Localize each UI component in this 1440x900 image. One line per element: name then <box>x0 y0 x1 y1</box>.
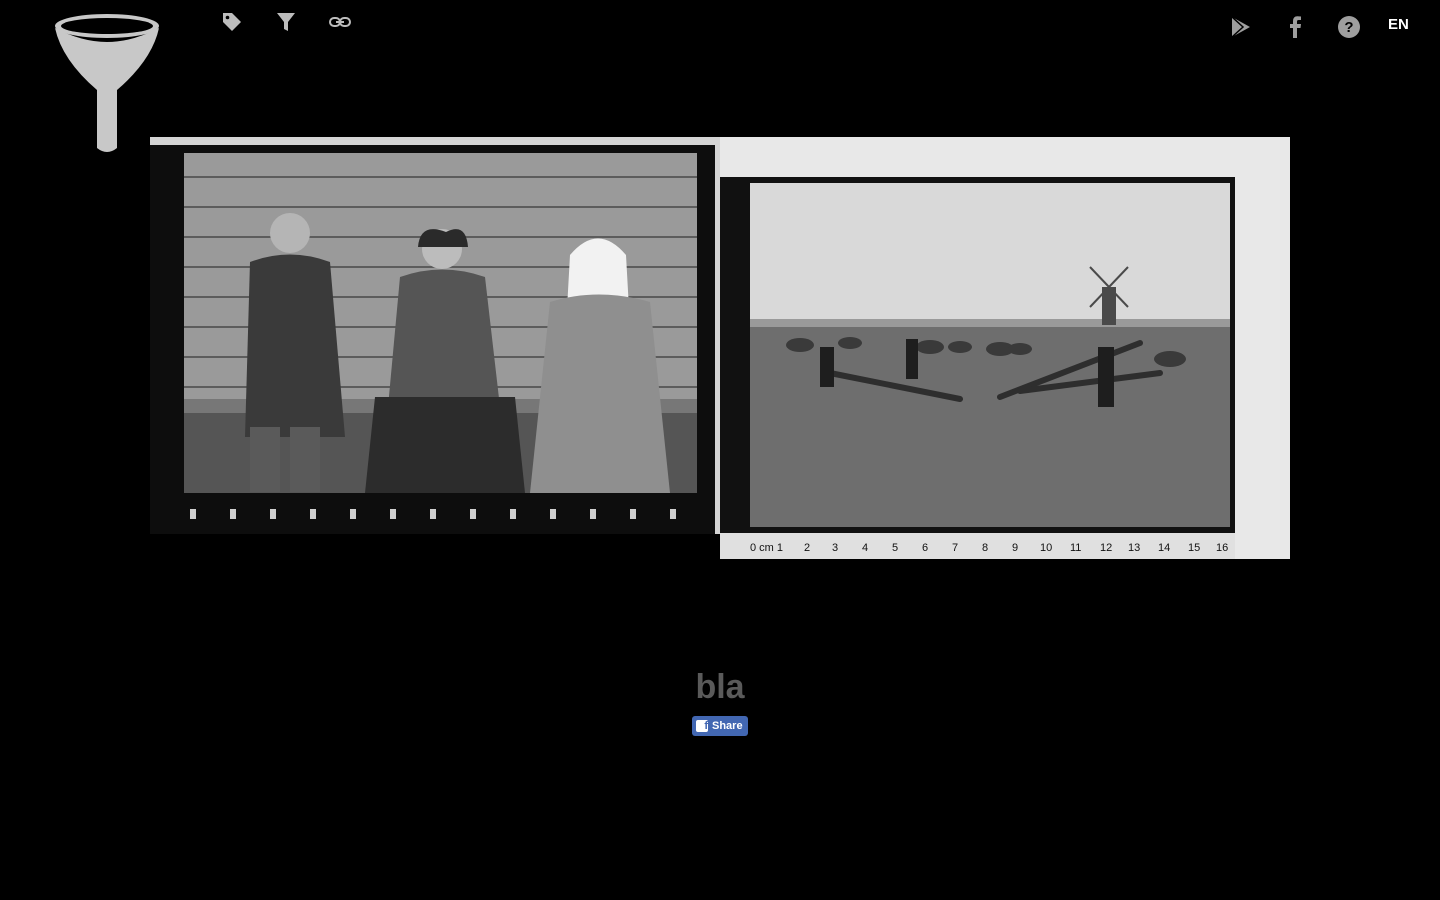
facebook-share-button[interactable]: f Share <box>692 716 748 736</box>
svg-text:8: 8 <box>982 542 988 554</box>
photo-caption: bla <box>695 668 745 706</box>
svg-text:?: ? <box>1344 19 1353 36</box>
photo-portrait[interactable] <box>150 137 720 534</box>
language-selector[interactable]: EN <box>1388 16 1409 33</box>
help-icon[interactable]: ? <box>1336 14 1362 40</box>
photo-field[interactable]: 0 cm 1 2 3 4 5 6 7 8 9 10 11 12 13 14 15 16 <box>720 137 1290 559</box>
svg-text:10: 10 <box>1040 542 1052 554</box>
svg-text:4: 4 <box>862 542 868 554</box>
svg-text:3: 3 <box>832 542 838 554</box>
google-play-icon[interactable] <box>1228 14 1254 40</box>
svg-text:12: 12 <box>1100 542 1112 554</box>
svg-text:0 cm 1: 0 cm 1 <box>750 542 783 554</box>
svg-text:11: 11 <box>1070 542 1081 554</box>
svg-text:16: 16 <box>1216 542 1228 554</box>
tag-icon[interactable] <box>220 10 244 34</box>
facebook-icon: f <box>696 720 708 732</box>
svg-text:2: 2 <box>804 542 810 554</box>
svg-text:14: 14 <box>1158 542 1170 554</box>
svg-text:13: 13 <box>1128 542 1140 554</box>
link-icon[interactable] <box>328 10 352 34</box>
svg-text:6: 6 <box>922 542 928 554</box>
share-label: Share <box>712 720 743 732</box>
svg-text:15: 15 <box>1188 542 1200 554</box>
svg-text:5: 5 <box>892 542 898 554</box>
filter-icon[interactable] <box>274 10 298 34</box>
funnel-logo-icon[interactable] <box>52 10 162 155</box>
facebook-icon[interactable] <box>1282 14 1308 40</box>
svg-text:9: 9 <box>1012 542 1018 554</box>
svg-text:7: 7 <box>952 542 958 554</box>
